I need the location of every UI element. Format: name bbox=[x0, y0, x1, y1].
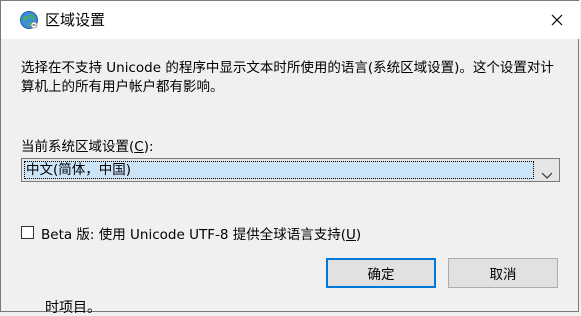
region-settings-dialog: 区域设置 选择在不支持 Unicode 的程序中显示文本时所使用的语言(系统区域… bbox=[0, 0, 580, 312]
system-locale-label: 当前系统区域设置(C): bbox=[21, 139, 154, 155]
ok-button[interactable]: 确定 bbox=[326, 258, 436, 288]
dialog-title: 区域设置 bbox=[45, 11, 106, 29]
system-locale-select[interactable]: 中文(简体，中国) bbox=[21, 158, 560, 182]
cancel-button[interactable]: 取消 bbox=[448, 258, 558, 288]
description-text: 选择在不支持 Unicode 的程序中显示文本时所使用的语言(系统区域设置)。这… bbox=[21, 60, 554, 95]
beta-utf8-label[interactable]: Beta 版: 使用 Unicode UTF-8 提供全球语言支持(U) bbox=[41, 223, 361, 243]
beta-utf8-checkbox[interactable] bbox=[21, 226, 34, 239]
close-button[interactable] bbox=[534, 1, 580, 39]
globe-icon bbox=[19, 10, 39, 30]
chevron-down-icon[interactable] bbox=[541, 165, 553, 179]
dialog-body: 选择在不支持 Unicode 的程序中显示文本时所使用的语言(系统区域设置)。这… bbox=[1, 39, 578, 309]
title-bar: 区域设置 bbox=[1, 1, 580, 39]
close-icon[interactable] bbox=[551, 11, 563, 30]
selected-locale: 中文(简体，中国) bbox=[26, 162, 132, 178]
